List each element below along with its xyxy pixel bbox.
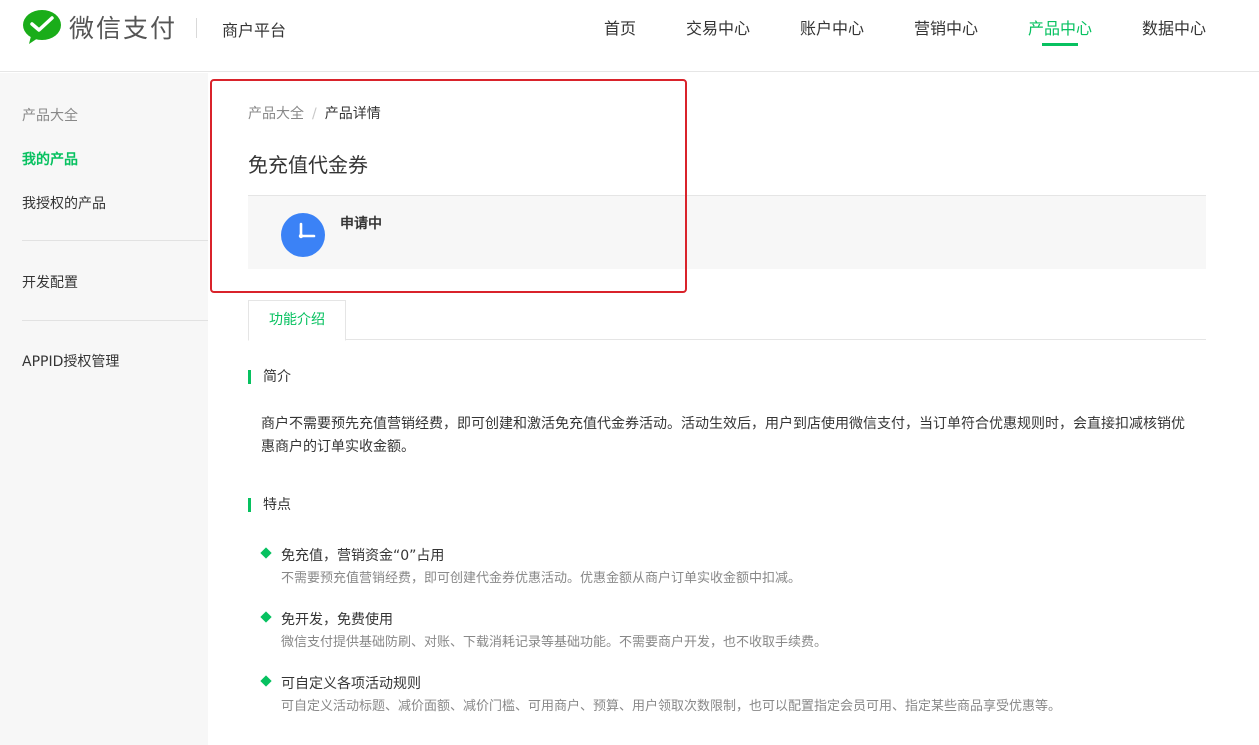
sidebar-item-appid-auth[interactable]: APPID授权管理 <box>22 351 119 371</box>
section-heading-intro: 简介 <box>248 370 291 384</box>
wechat-pay-logo[interactable]: 微信支付 <box>22 9 177 45</box>
nav-active-indicator <box>1042 43 1078 46</box>
section-heading-features: 特点 <box>248 498 291 512</box>
nav-item-data[interactable]: 数据中心 <box>1142 15 1206 39</box>
feature-desc: 微信支付提供基础防刷、对账、下载消耗记录等基础功能。不需要商户开发，也不收取手续… <box>281 635 828 650</box>
sidebar-divider <box>22 320 208 321</box>
sidebar-item-dev-config[interactable]: 开发配置 <box>22 272 78 292</box>
diamond-bullet-icon <box>260 611 272 623</box>
wechat-pay-logo-icon <box>23 10 61 44</box>
tab-feature-intro[interactable]: 功能介绍 <box>248 300 346 341</box>
sidebar: 产品大全 我的产品 我授权的产品 开发配置 APPID授权管理 <box>0 73 208 745</box>
nav-item-marketing[interactable]: 营销中心 <box>914 15 978 39</box>
diamond-bullet-icon <box>260 547 272 559</box>
nav-item-home[interactable]: 首页 <box>604 15 636 39</box>
brand-name: 微信支付 <box>69 14 178 43</box>
nav-item-account[interactable]: 账户中心 <box>800 15 864 39</box>
nav-item-trade[interactable]: 交易中心 <box>686 15 750 39</box>
sidebar-item-authorized-products[interactable]: 我授权的产品 <box>22 193 106 213</box>
diamond-bullet-icon <box>260 675 272 687</box>
feature-desc: 不需要预充值营销经费，即可创建代金券优惠活动。优惠金额从商户订单实收金额中扣减。 <box>281 571 802 586</box>
highlight-annotation <box>210 79 687 293</box>
sidebar-item-my-products[interactable]: 我的产品 <box>22 149 78 169</box>
sidebar-item-all-products[interactable]: 产品大全 <box>22 105 78 125</box>
tab-bar: 功能介绍 <box>248 300 1206 341</box>
nav-item-product[interactable]: 产品中心 <box>1028 15 1092 39</box>
sidebar-divider <box>22 240 208 241</box>
feature-title: 免充值，营销资金“0”占用 <box>281 548 445 564</box>
feature-title: 可自定义各项活动规则 <box>281 676 421 692</box>
intro-text: 商户不需要预先充值营销经费，即可创建和激活免充值代金券活动。活动生效后，用户到店… <box>261 416 1185 455</box>
header-divider <box>196 18 197 38</box>
top-header: 微信支付 商户平台 首页 交易中心 账户中心 营销中心 产品中心 数据中心 <box>0 0 1259 72</box>
feature-title: 免开发，免费使用 <box>281 612 393 628</box>
feature-desc: 可自定义活动标题、减价面额、减价门槛、可用商户、预算、用户领取次数限制，也可以配… <box>281 699 1062 714</box>
platform-name: 商户平台 <box>222 21 287 40</box>
